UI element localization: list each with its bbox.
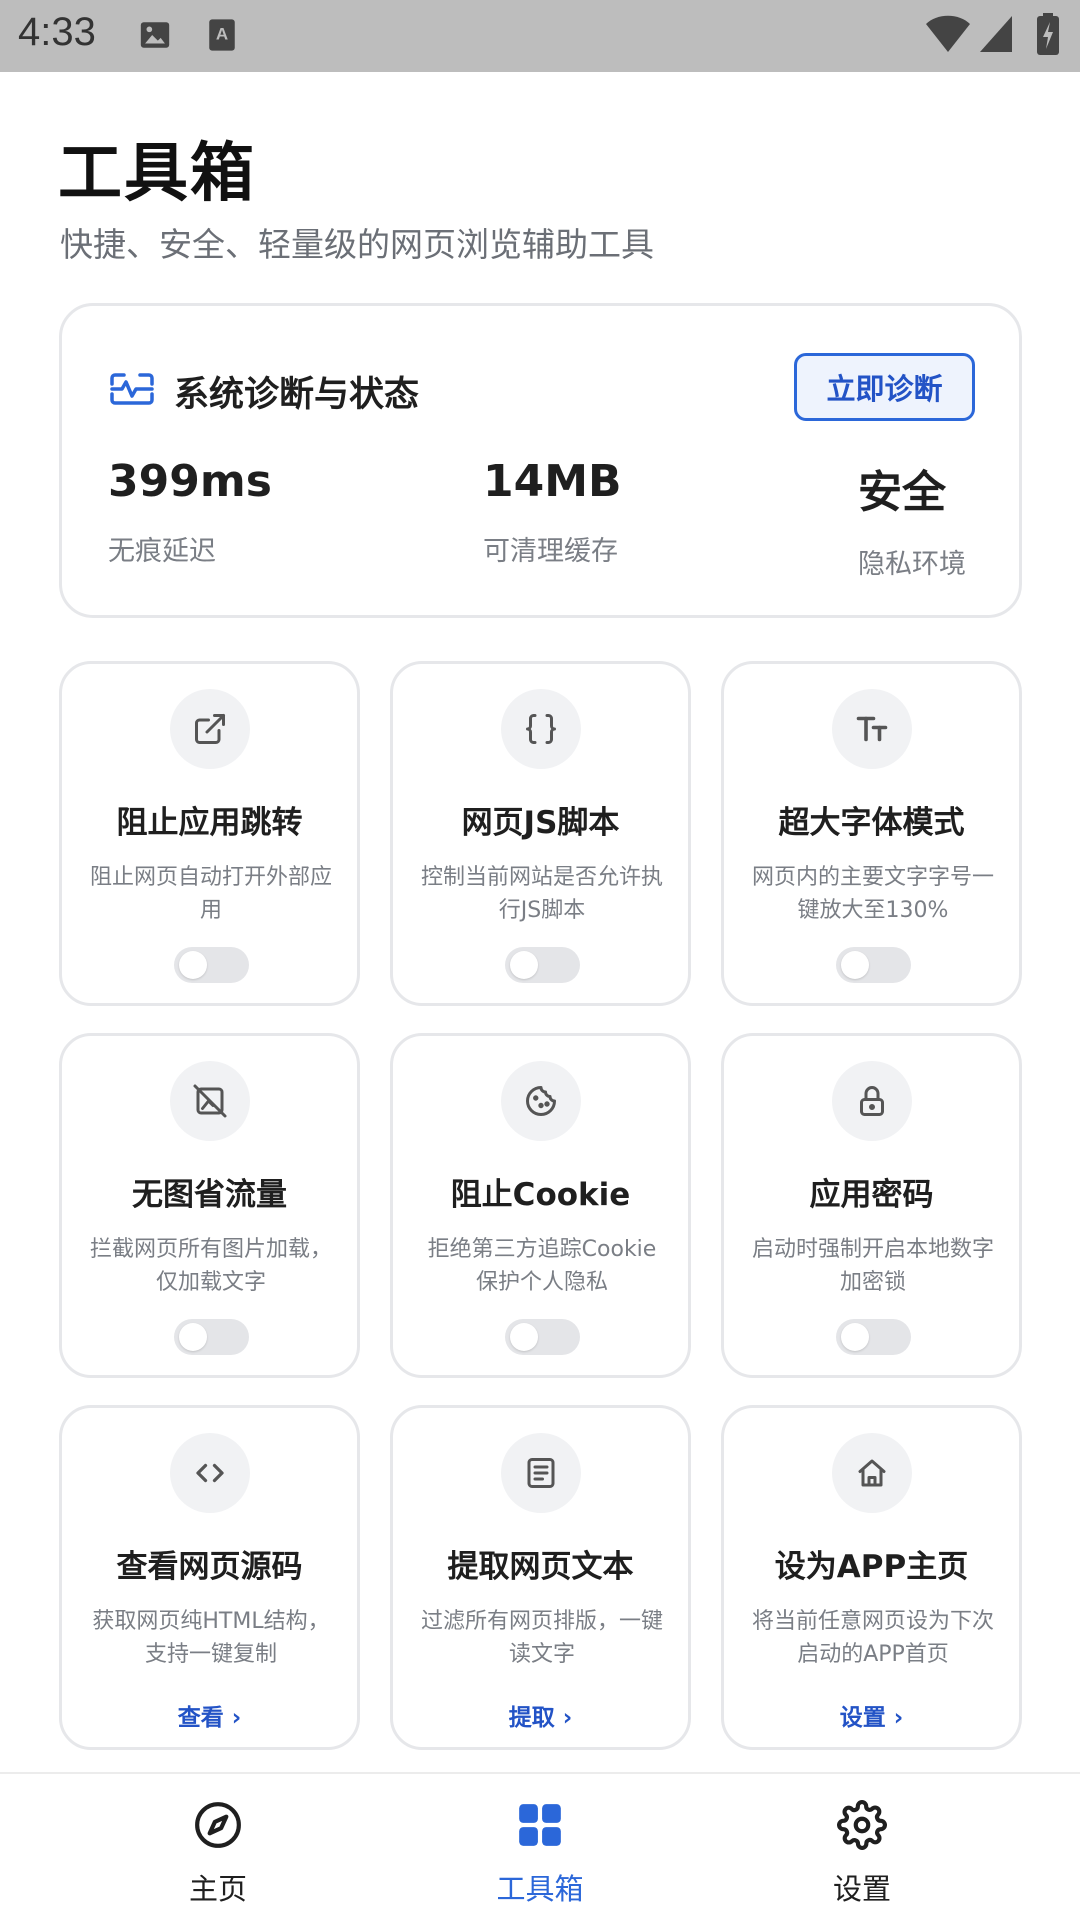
- large-font-toggle[interactable]: [836, 947, 911, 983]
- battery-charging-icon: [1036, 12, 1060, 60]
- tool-title: 提取网页文本: [447, 1549, 634, 1585]
- app-notification-icon: A: [207, 18, 237, 56]
- extract-text-link[interactable]: 提取 ›: [393, 1698, 688, 1732]
- tool-description: 拦截网页所有图片加载，仅加载文字: [89, 1237, 332, 1295]
- tool-title: 应用密码: [809, 1177, 934, 1213]
- tool-title: 阻止Cookie: [450, 1177, 631, 1213]
- stat-value: 安全: [858, 467, 946, 518]
- bottom-navigation: 主页 工具箱 设置: [0, 1772, 1080, 1920]
- stat-label: 无痕延迟: [108, 536, 216, 567]
- tool-title: 阻止应用跳转: [116, 805, 303, 841]
- set-homepage-link[interactable]: 设置 ›: [724, 1698, 1019, 1732]
- image-notification-icon: [138, 18, 172, 56]
- stat-value: 14MB: [483, 456, 622, 507]
- toggle-knob: [179, 951, 207, 979]
- status-time: 4:33: [18, 10, 96, 54]
- tool-card-set-homepage: 设为APP主页 将当前任意网页设为下次启动的APP首页 设置 ›: [721, 1405, 1022, 1750]
- toggle-knob: [841, 1323, 869, 1351]
- tool-card-block-app-jump: 阻止应用跳转 阻止网页自动打开外部应用: [59, 661, 360, 1006]
- tool-description: 将当前任意网页设为下次启动的APP首页: [751, 1609, 994, 1667]
- nav-item-toolbox[interactable]: 工具箱: [440, 1774, 640, 1920]
- nav-label: 主页: [188, 1872, 247, 1906]
- tool-title: 无图省流量: [132, 1177, 287, 1213]
- compass-icon: [193, 1800, 243, 1850]
- wifi-icon: [925, 14, 971, 58]
- block-cookie-toggle[interactable]: [505, 1319, 580, 1355]
- status-bar: 4:33 A: [0, 0, 1080, 72]
- stat-latency: 399ms 无痕延迟: [108, 456, 272, 568]
- grid-icon: [515, 1800, 565, 1850]
- nav-item-home[interactable]: 主页: [118, 1774, 318, 1920]
- js-script-toggle[interactable]: [505, 947, 580, 983]
- tool-description: 阻止网页自动打开外部应用: [89, 865, 332, 923]
- page-title: 工具箱: [58, 137, 256, 211]
- stat-value: 399ms: [108, 456, 272, 507]
- tool-title: 查看网页源码: [116, 1549, 303, 1585]
- tool-card-view-source: 查看网页源码 获取网页纯HTML结构，支持一键复制 查看 ›: [59, 1405, 360, 1750]
- nav-label: 设置: [832, 1872, 891, 1906]
- view-source-link[interactable]: 查看 ›: [62, 1698, 357, 1732]
- tool-description: 获取网页纯HTML结构，支持一键复制: [92, 1609, 330, 1667]
- tool-title: 网页JS脚本: [461, 805, 620, 841]
- toggle-knob: [510, 1323, 538, 1351]
- nav-item-settings[interactable]: 设置: [762, 1774, 962, 1920]
- block-app-jump-toggle[interactable]: [174, 947, 249, 983]
- tool-card-block-cookie: 阻止Cookie 拒绝第三方追踪Cookie保护个人隐私: [390, 1033, 691, 1378]
- toggle-knob: [841, 951, 869, 979]
- lock-icon: [832, 1061, 912, 1141]
- image-off-icon: [170, 1061, 250, 1141]
- text-size-icon: [832, 689, 912, 769]
- code-icon: [170, 1433, 250, 1513]
- no-image-toggle[interactable]: [174, 1319, 249, 1355]
- cookie-icon: [501, 1061, 581, 1141]
- svg-text:A: A: [216, 24, 228, 43]
- tool-card-js-script: 网页JS脚本 控制当前网站是否允许执行JS脚本: [390, 661, 691, 1006]
- page-subtitle: 快捷、安全、轻量级的网页浏览辅助工具: [60, 225, 654, 264]
- gear-icon: [837, 1800, 887, 1850]
- stat-privacy: 安全 隐私环境: [858, 456, 966, 581]
- nav-label: 工具箱: [496, 1872, 584, 1906]
- tool-description: 拒绝第三方追踪Cookie保护个人隐私: [427, 1237, 657, 1295]
- home-icon: [832, 1433, 912, 1513]
- diagnosis-title: 系统诊断与状态: [174, 375, 420, 415]
- tool-title: 设为APP主页: [774, 1549, 969, 1585]
- diagnosis-card: 系统诊断与状态 立即诊断 399ms 无痕延迟 14MB 可清理缓存 安全 隐私…: [59, 303, 1022, 618]
- stat-cache: 14MB 可清理缓存: [483, 456, 622, 568]
- tool-description: 启动时强制开启本地数字加密锁: [751, 1237, 994, 1295]
- tool-description: 过滤所有网页排版，一键读文字: [420, 1609, 663, 1667]
- toggle-knob: [179, 1323, 207, 1351]
- external-link-icon: [170, 689, 250, 769]
- stat-label: 可清理缓存: [483, 536, 618, 567]
- activity-icon: [110, 372, 154, 410]
- diagnose-now-button[interactable]: 立即诊断: [794, 353, 975, 421]
- tool-card-no-image: 无图省流量 拦截网页所有图片加载，仅加载文字: [59, 1033, 360, 1378]
- signal-icon: [978, 14, 1014, 58]
- tool-card-extract-text: 提取网页文本 过滤所有网页排版，一键读文字 提取 ›: [390, 1405, 691, 1750]
- toggle-knob: [510, 951, 538, 979]
- braces-icon: [501, 689, 581, 769]
- tool-description: 网页内的主要文字字号一键放大至130%: [751, 865, 994, 923]
- tool-title: 超大字体模式: [778, 805, 965, 841]
- tool-card-app-password: 应用密码 启动时强制开启本地数字加密锁: [721, 1033, 1022, 1378]
- app-password-toggle[interactable]: [836, 1319, 911, 1355]
- tool-description: 控制当前网站是否允许执行JS脚本: [420, 865, 663, 923]
- document-icon: [501, 1433, 581, 1513]
- stat-label: 隐私环境: [858, 549, 966, 580]
- tool-card-large-font: 超大字体模式 网页内的主要文字字号一键放大至130%: [721, 661, 1022, 1006]
